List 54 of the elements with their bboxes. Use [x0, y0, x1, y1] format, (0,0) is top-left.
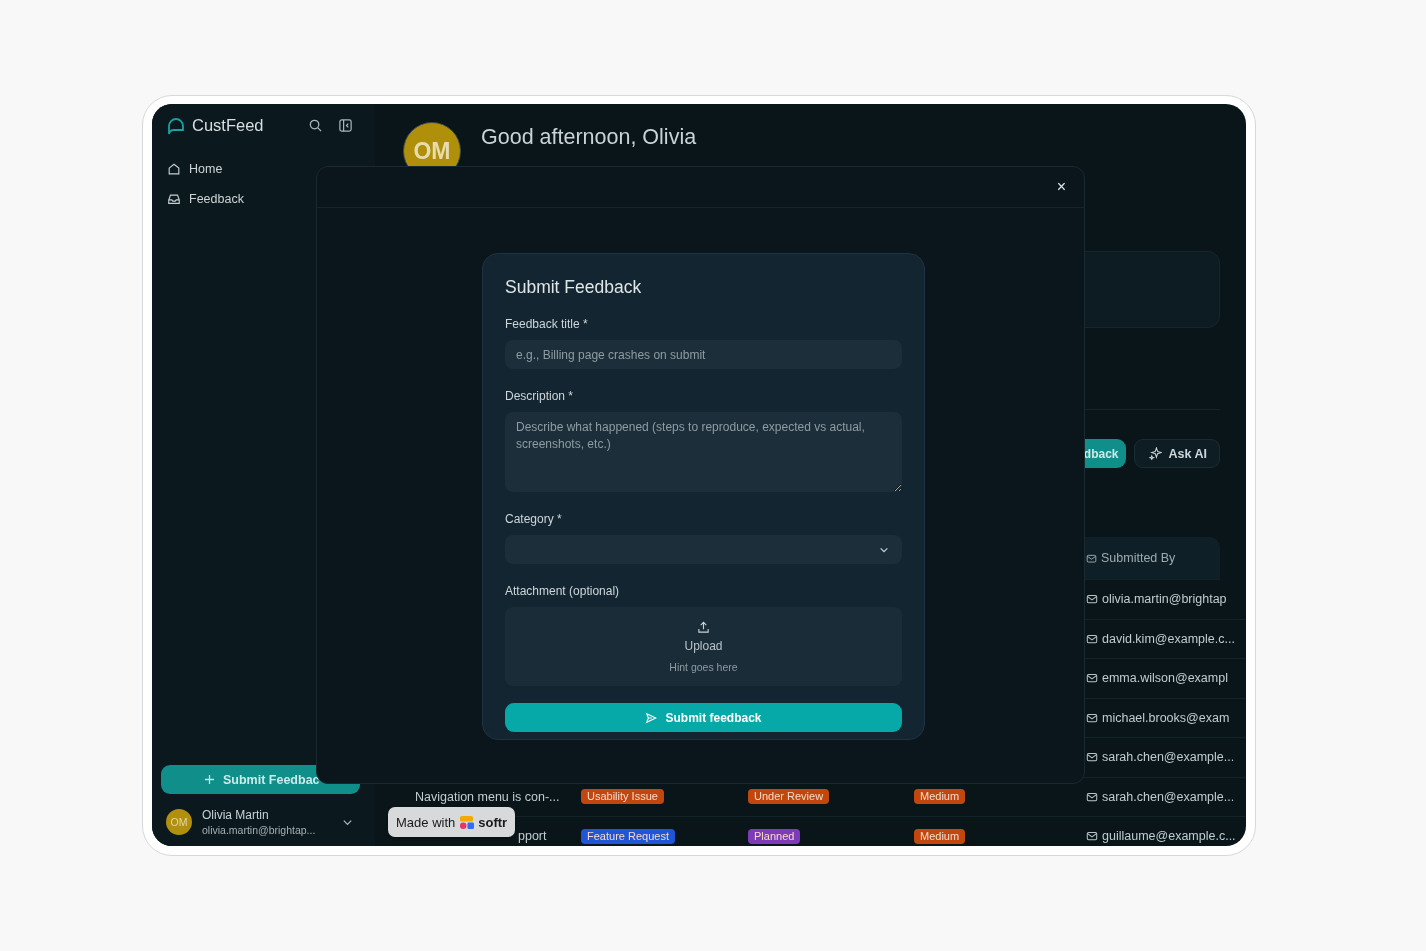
nav-item[interactable]: Feedback: [162, 186, 365, 212]
nav-item[interactable]: Home: [162, 156, 365, 182]
table-cell: david.kim@example.c...: [1102, 631, 1235, 646]
inbox-icon: [167, 192, 181, 206]
field-label: Description *: [505, 389, 575, 403]
mail-icon: [1086, 552, 1097, 564]
user-name: Olivia Martin: [202, 808, 270, 822]
table-cell: Navigation menu is con-...: [415, 789, 560, 804]
search-icon[interactable]: [308, 117, 323, 133]
home-icon: [167, 162, 181, 176]
close-button[interactable]: ×: [1052, 178, 1070, 196]
made-with-badge[interactable]: Made with softr: [388, 807, 516, 837]
table-cell: michael.brooks@exam: [1102, 710, 1230, 725]
priority-tag: Medium: [914, 789, 966, 805]
category-tag: Feature Request: [581, 828, 675, 844]
upload-icon: [697, 620, 710, 634]
mail-icon: [1086, 751, 1098, 764]
table-cell: pport: [518, 829, 547, 844]
mail-icon: [1086, 711, 1098, 724]
field-label: Feedback title *: [505, 317, 589, 331]
toolbar-button[interactable]: Ask AI: [1133, 439, 1220, 468]
table-cell: olivia.martin@brightap: [1102, 592, 1227, 607]
mail-icon: [1086, 830, 1098, 843]
status-tag: Planned: [748, 828, 801, 844]
textarea-field[interactable]: Describe what happened (steps to reproduce, expected vs actual, screenshots, etc.): [505, 412, 902, 492]
app-name: CustFeed: [192, 115, 264, 135]
plus-icon: [204, 774, 215, 785]
form-title: Submit Feedback: [505, 277, 643, 297]
mail-icon: [1086, 632, 1098, 645]
sparkle-icon: [1148, 447, 1162, 460]
user-avatar: OM: [166, 809, 192, 835]
status-tag: Under Review: [748, 789, 830, 805]
softr-logo-icon: [459, 814, 475, 830]
mail-icon: [1086, 593, 1098, 606]
greeting: Good afternoon, Olivia: [481, 125, 697, 150]
table-cell: sarah.chen@example...: [1102, 750, 1235, 765]
priority-tag: Medium: [914, 828, 966, 844]
upload-hint: Hint goes here: [669, 660, 738, 673]
send-icon: [645, 711, 658, 724]
column-header[interactable]: Submitted By: [1101, 551, 1176, 565]
upload-label: Upload: [684, 638, 723, 653]
category-tag: Usability Issue: [581, 789, 664, 805]
select-field[interactable]: [505, 535, 902, 564]
mail-icon: [1086, 672, 1098, 685]
sidebar-toggle-icon[interactable]: [338, 117, 353, 133]
field-label: Category *: [505, 512, 563, 526]
upload-area[interactable]: Upload Hint goes here: [505, 607, 902, 686]
user-email: olivia.martin@brightap...: [202, 824, 316, 836]
field-label: Attachment (optional): [505, 584, 621, 598]
input-field[interactable]: e.g., Billing page crashes on submit: [505, 340, 902, 369]
mail-icon: [1086, 790, 1098, 803]
table-cell: emma.wilson@exampl: [1102, 671, 1228, 686]
table-cell: sarah.chen@example...: [1102, 789, 1235, 804]
table-cell: guillaume@example.c...: [1102, 829, 1236, 844]
